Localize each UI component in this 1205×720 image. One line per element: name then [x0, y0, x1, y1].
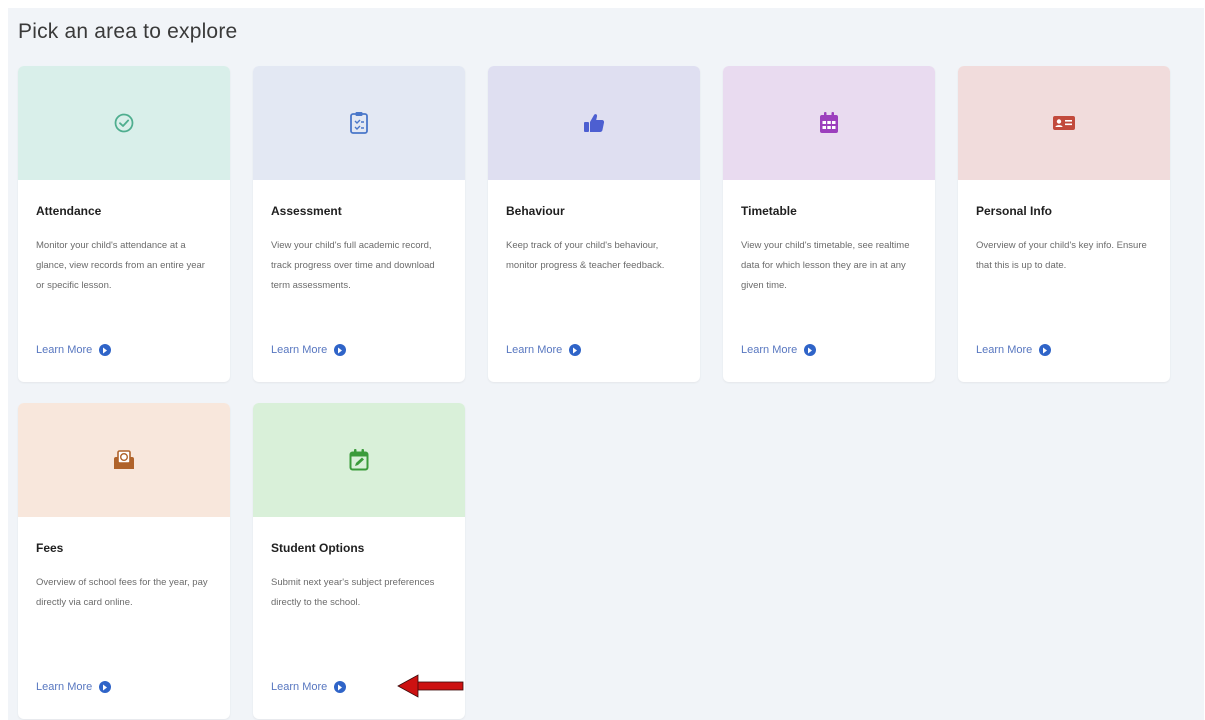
check-circle-icon [113, 112, 135, 134]
card-description: Monitor your child's attendance at a gla… [36, 240, 205, 291]
card-attendance[interactable]: Attendance Monitor your child's attendan… [18, 66, 230, 382]
money-envelope-icon [112, 449, 136, 471]
learn-more-link[interactable]: Learn More [36, 344, 112, 356]
arrow-right-circle-icon [1039, 344, 1052, 356]
card-description: Overview of your child's key info. Ensur… [976, 240, 1147, 271]
learn-more-link[interactable]: Learn More [271, 681, 347, 693]
card-title: Assessment [271, 204, 342, 218]
learn-more-label: Learn More [506, 344, 563, 356]
card-student-options[interactable]: Student Options Submit next year's subje… [253, 403, 465, 719]
card-header [18, 403, 230, 517]
learn-more-label: Learn More [36, 681, 93, 693]
learn-more-label: Learn More [271, 344, 328, 356]
card-fees[interactable]: Fees Overview of school fees for the yea… [18, 403, 230, 719]
learn-more-label: Learn More [741, 344, 798, 356]
card-title: Fees [36, 541, 64, 555]
learn-more-label: Learn More [36, 344, 93, 356]
card-title: Attendance [36, 204, 102, 218]
card-title: Student Options [271, 541, 365, 555]
card-header [958, 66, 1170, 180]
card-header [253, 403, 465, 517]
annotation-arrow-icon [396, 674, 466, 703]
card-header [253, 66, 465, 180]
calendar-edit-icon [348, 448, 370, 472]
card-title: Behaviour [506, 204, 565, 218]
learn-more-link[interactable]: Learn More [506, 344, 582, 356]
arrow-right-circle-icon [99, 681, 112, 693]
card-header [18, 66, 230, 180]
card-description: Keep track of your child's behaviour, mo… [506, 240, 665, 271]
id-card-icon [1052, 114, 1076, 132]
card-description: Overview of school fees for the year, pa… [36, 577, 208, 608]
arrow-right-circle-icon [334, 344, 347, 356]
card-title: Personal Info [976, 204, 1053, 218]
arrow-right-circle-icon [334, 681, 347, 693]
arrow-right-circle-icon [99, 344, 112, 356]
thumbs-up-icon [582, 112, 606, 134]
learn-more-link[interactable]: Learn More [976, 344, 1052, 356]
card-behaviour[interactable]: Behaviour Keep track of your child's beh… [488, 66, 700, 382]
card-description: View your child's full academic record, … [271, 240, 435, 291]
page-title: Pick an area to explore [18, 20, 238, 43]
card-personal-info[interactable]: Personal Info Overview of your child's k… [958, 66, 1170, 382]
learn-more-link[interactable]: Learn More [271, 344, 347, 356]
card-timetable[interactable]: Timetable View your child's timetable, s… [723, 66, 935, 382]
arrow-right-circle-icon [569, 344, 582, 356]
learn-more-label: Learn More [976, 344, 1033, 356]
learn-more-link[interactable]: Learn More [36, 681, 112, 693]
card-description: Submit next year's subject preferences d… [271, 577, 435, 608]
card-title: Timetable [741, 204, 797, 218]
clipboard-icon [348, 111, 370, 135]
card-header [723, 66, 935, 180]
learn-more-link[interactable]: Learn More [741, 344, 817, 356]
calendar-icon [818, 111, 840, 135]
card-assessment[interactable]: Assessment View your child's full academ… [253, 66, 465, 382]
arrow-right-circle-icon [804, 344, 817, 356]
card-header [488, 66, 700, 180]
card-description: View your child's timetable, see realtim… [741, 240, 910, 291]
learn-more-label: Learn More [271, 681, 328, 693]
